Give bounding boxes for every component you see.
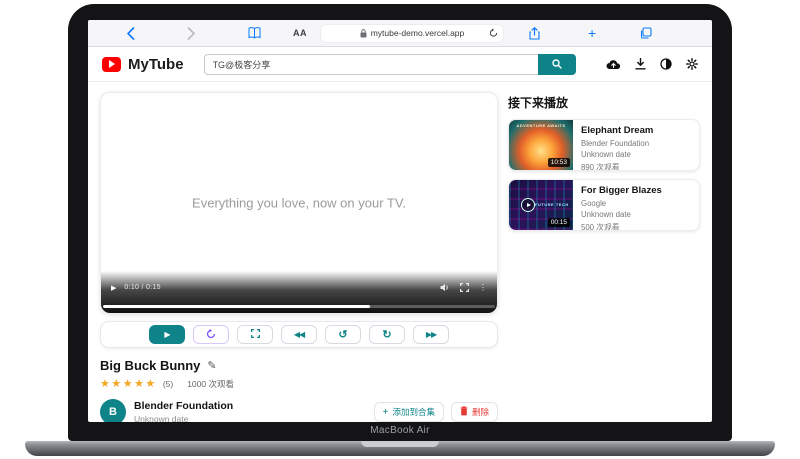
- channel-row: B Blender Foundation Unknown date + 添加到合…: [100, 399, 498, 422]
- reload-icon[interactable]: [489, 28, 498, 38]
- url-bar[interactable]: mytube-demo.vercel.app: [321, 25, 503, 42]
- volume-icon[interactable]: [440, 283, 450, 292]
- reading-list-icon[interactable]: [248, 27, 261, 39]
- share-icon[interactable]: [529, 27, 540, 40]
- edit-title-icon[interactable]: ✎: [207, 359, 216, 372]
- screen: AA mytube-demo.vercel.app + MyTube: [88, 20, 712, 422]
- loop-button[interactable]: [193, 325, 229, 344]
- fullscreen-icon: [251, 329, 260, 340]
- video-title: Big Buck Bunny: [100, 358, 200, 373]
- back-icon[interactable]: [126, 27, 135, 40]
- rewind-button[interactable]: ◀◀: [281, 325, 317, 344]
- time-display: 0:10 / 0:15: [124, 284, 160, 291]
- search-button[interactable]: [538, 54, 576, 75]
- cloud-upload-icon[interactable]: [606, 59, 621, 70]
- new-tab-icon[interactable]: +: [588, 26, 596, 40]
- rating-count: (5): [163, 379, 173, 389]
- duration-badge: 10:53: [548, 158, 570, 167]
- native-fullscreen-icon[interactable]: [460, 283, 469, 292]
- player-message: Everything you love, now on your TV.: [101, 196, 497, 211]
- url-text: mytube-demo.vercel.app: [371, 28, 465, 38]
- more-options-icon[interactable]: ⋮: [479, 283, 487, 292]
- play-button[interactable]: ▶: [149, 325, 185, 344]
- header-icons: [606, 58, 698, 70]
- up-next-heading: 接下来播放: [508, 94, 700, 111]
- star-rating[interactable]: ★★★★★: [100, 377, 157, 390]
- fullscreen-button[interactable]: [237, 325, 273, 344]
- add-to-collection-button[interactable]: + 添加到合集: [374, 402, 444, 422]
- item-channel: Blender Foundation: [581, 139, 653, 148]
- up-next-item-2[interactable]: FUTURE TECH 00:15 For Bigger Blazes Goog…: [508, 179, 700, 231]
- item-views: 500 次观看: [581, 222, 662, 232]
- macbook-base: [25, 441, 775, 456]
- search-icon: [552, 57, 562, 72]
- view-count: 1000 次观看: [187, 378, 234, 390]
- macbook-base-notch: [361, 441, 439, 447]
- search-bar: [204, 54, 576, 75]
- page-content: Everything you love, now on your TV. ▶ 0…: [88, 82, 712, 422]
- thumbnail-2[interactable]: FUTURE TECH 00:15: [509, 180, 573, 230]
- item-date: Unknown date: [581, 210, 662, 219]
- skip-back-button[interactable]: ↺: [325, 325, 361, 344]
- progress-fill: [103, 305, 370, 309]
- search-input[interactable]: [204, 54, 538, 75]
- tabs-icon[interactable]: [640, 27, 652, 39]
- delete-button[interactable]: 删除: [451, 402, 498, 422]
- reader-aa-button[interactable]: AA: [293, 28, 307, 38]
- browser-toolbar: AA mytube-demo.vercel.app +: [88, 20, 712, 47]
- video-player[interactable]: Everything you love, now on your TV. ▶ 0…: [100, 92, 498, 314]
- mytube-logo-icon[interactable]: [102, 57, 121, 72]
- item-title[interactable]: For Bigger Blazes: [581, 185, 662, 196]
- skip-forward-button[interactable]: ↻: [369, 325, 405, 344]
- lock-icon: [360, 29, 367, 38]
- trash-icon: [460, 406, 468, 418]
- theme-toggle-icon[interactable]: [660, 58, 672, 70]
- duration-badge: 00:15: [548, 218, 570, 227]
- item-date: Unknown date: [581, 150, 653, 159]
- progress-bar[interactable]: [103, 305, 495, 309]
- up-next-sidebar: 接下来播放 ADVENTURE AWAITS 10:53 Elephant Dr…: [508, 92, 700, 422]
- thumbnail-1[interactable]: ADVENTURE AWAITS 10:53: [509, 120, 573, 170]
- item-views: 890 次观看: [581, 162, 653, 172]
- channel-name[interactable]: Blender Foundation: [134, 400, 233, 412]
- upload-date: Unknown date: [134, 414, 233, 422]
- device-label: MacBook Air: [0, 425, 800, 436]
- thumb-play-icon: [521, 198, 535, 212]
- loop-icon: [206, 329, 216, 341]
- channel-avatar[interactable]: B: [100, 399, 126, 422]
- fast-forward-button[interactable]: ▶▶: [413, 325, 449, 344]
- app-header: MyTube: [88, 47, 712, 82]
- brand-name[interactable]: MyTube: [128, 56, 184, 73]
- download-icon[interactable]: [635, 58, 646, 70]
- player-control-bar: ▶ ◀◀ ↺ ↻ ▶▶: [100, 321, 498, 348]
- plus-icon: +: [383, 407, 389, 418]
- up-next-item-1[interactable]: ADVENTURE AWAITS 10:53 Elephant Dream Bl…: [508, 119, 700, 171]
- main-column: Everything you love, now on your TV. ▶ 0…: [100, 92, 498, 422]
- native-controls: ▶ 0:10 / 0:15 ⋮: [101, 271, 497, 313]
- native-play-icon[interactable]: ▶: [111, 284, 116, 292]
- settings-gear-icon[interactable]: [686, 58, 698, 70]
- item-channel: Google: [581, 199, 662, 208]
- item-title[interactable]: Elephant Dream: [581, 125, 653, 136]
- forward-icon[interactable]: [187, 27, 196, 40]
